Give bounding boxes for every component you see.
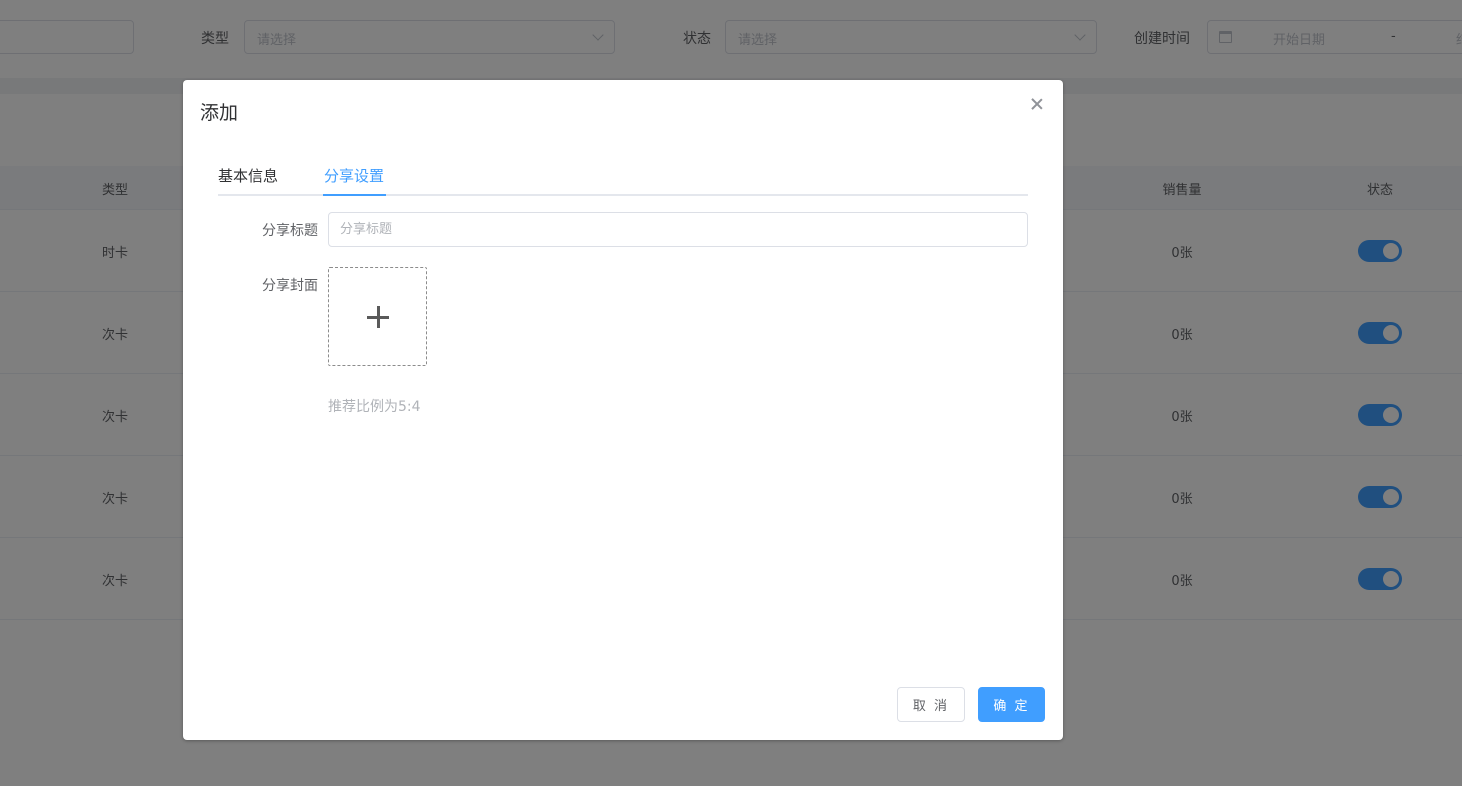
upload-hint: 推荐比例为5:4 [328,399,421,415]
add-dialog: 添加 基本信息 分享设置 分享标题 分享封面 推荐比例为5:4 取 消 确 定 [183,80,1063,740]
tab-basic-info[interactable]: 基本信息 [218,165,278,186]
plus-icon-vertical [377,306,380,328]
confirm-button[interactable]: 确 定 [978,687,1045,722]
share-title-input[interactable] [328,212,1028,247]
tab-share-settings[interactable]: 分享设置 [324,165,384,186]
cancel-button[interactable]: 取 消 [897,687,965,722]
share-title-label: 分享标题 [262,223,318,239]
close-icon[interactable] [1029,96,1045,112]
cover-upload-button[interactable] [328,267,427,366]
dialog-title: 添加 [200,102,239,124]
dialog-tabs: 基本信息 分享设置 [218,162,1028,196]
share-cover-label: 分享封面 [262,278,318,294]
active-tab-indicator [323,194,386,196]
